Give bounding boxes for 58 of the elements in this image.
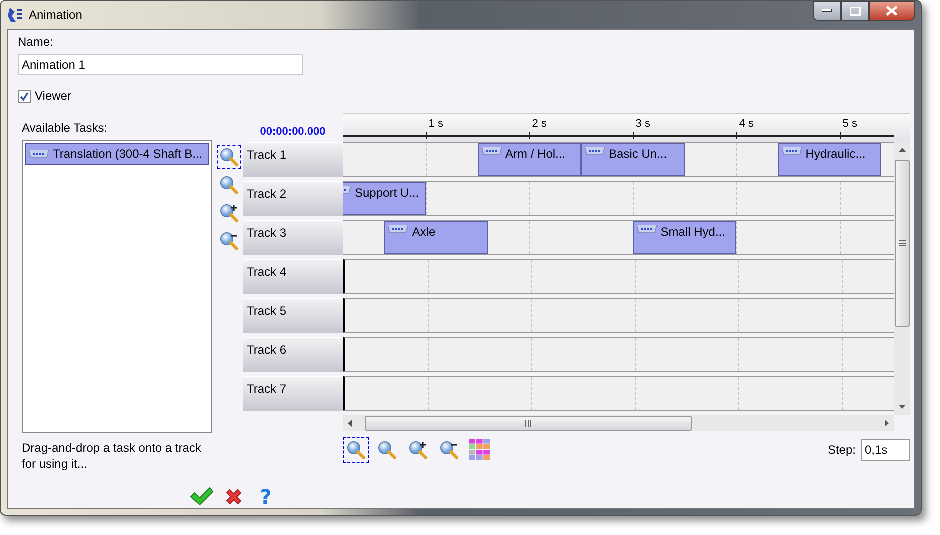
step-label: Step:	[828, 443, 856, 457]
vertical-scrollbar[interactable]	[894, 142, 910, 415]
color-grid-button[interactable]	[467, 437, 493, 463]
tasks-label: Available Tasks:	[22, 121, 109, 135]
task-icon	[29, 150, 49, 158]
maximize-button[interactable]	[841, 1, 869, 21]
grip-icon[interactable]	[898, 240, 906, 247]
task-clip[interactable]: Arm / Hol...	[478, 143, 582, 176]
tick-label: 1 s	[428, 118, 444, 130]
track-header[interactable]: Track 6	[243, 337, 343, 372]
tick-label: 2 s	[532, 118, 547, 130]
grip-icon[interactable]	[525, 420, 532, 426]
track-header[interactable]: Track 3	[243, 220, 343, 255]
track-header[interactable]: Track 1	[243, 142, 343, 177]
task-icon	[388, 225, 408, 233]
viewer-checkbox[interactable]	[18, 90, 31, 102]
task-clip[interactable]: Small Hyd...	[632, 221, 736, 254]
step-field[interactable]: 0,1s	[861, 439, 910, 461]
magnifier-button[interactable]	[217, 145, 241, 169]
minimize-icon	[822, 9, 832, 13]
scroll-left-icon[interactable]	[348, 420, 352, 426]
task-item[interactable]: Translation (300-4 Shaft B...	[25, 143, 209, 165]
track-header[interactable]: Track 5	[243, 298, 343, 333]
task-icon	[636, 225, 657, 233]
magnifier-button[interactable]	[343, 437, 369, 463]
hint-text: Drag-and-drop a task onto a track for using it...	[22, 440, 202, 472]
window-title: Animation	[29, 8, 82, 22]
tick-label: 5 s	[842, 118, 858, 130]
track-lane[interactable]: Axle Small Hyd...	[343, 220, 894, 255]
close-button[interactable]	[869, 1, 915, 21]
tick-label: 3 s	[636, 118, 650, 130]
ok-button[interactable]	[190, 486, 214, 508]
task-clip[interactable]: Basic Un...	[581, 143, 685, 176]
track-header[interactable]: Track 4	[243, 259, 343, 294]
maximize-icon	[850, 6, 860, 16]
time-display: 00:00:00.000	[259, 125, 327, 140]
name-field[interactable]: Animation 1	[18, 54, 303, 75]
viewer-label: Viewer	[35, 89, 72, 103]
scroll-right-icon[interactable]	[885, 420, 889, 426]
horizontal-scrollbar[interactable]	[343, 415, 894, 431]
name-label: Name:	[18, 35, 54, 49]
task-icon	[782, 147, 802, 155]
task-clip[interactable]: Hydraulic...	[778, 143, 882, 176]
tick-label: 4 s	[739, 118, 754, 130]
app-icon	[7, 7, 23, 23]
task-clip[interactable]: Support U...	[343, 182, 426, 215]
help-button[interactable]: ?	[254, 486, 278, 508]
scroll-down-icon[interactable]	[898, 405, 906, 409]
task-icon	[482, 147, 502, 155]
track-lane[interactable]: Arm / Hol... Basic Un... Hydraulic...	[343, 142, 894, 177]
track-header[interactable]: Track 7	[243, 376, 343, 411]
task-icon	[585, 147, 606, 155]
scroll-up-icon[interactable]	[898, 148, 906, 152]
track-lane[interactable]: Support U...	[343, 181, 894, 216]
task-clip[interactable]: Axle	[384, 221, 488, 254]
minimize-button[interactable]	[813, 1, 841, 21]
track-header[interactable]: Track 2	[243, 181, 343, 216]
close-icon	[886, 6, 898, 16]
